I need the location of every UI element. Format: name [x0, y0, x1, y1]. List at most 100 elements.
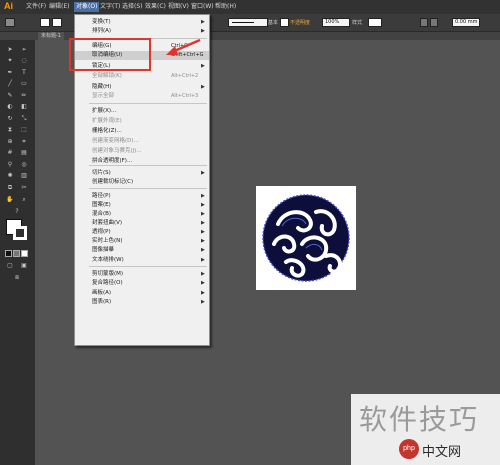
menu-help[interactable]: 帮助(H)	[215, 2, 236, 12]
menu-window[interactable]: 窗口(W)	[191, 2, 214, 12]
artboard[interactable]	[256, 186, 356, 290]
scale-tool-icon[interactable]: ⤡	[20, 115, 28, 123]
menu-item-label: 变换(T)	[92, 19, 111, 25]
object-menu-item[interactable]: 剪切蒙版(M) ▶	[75, 270, 209, 279]
object-menu-item: 扩展外观(E)	[75, 117, 209, 126]
width-tool-icon[interactable]: ⧗	[6, 126, 14, 134]
perspective-grid-tool-icon[interactable]: ⌗	[20, 138, 28, 146]
submenu-arrow-icon: ▶	[201, 63, 205, 69]
blend-tool-icon[interactable]: ◎	[20, 161, 28, 169]
graphic-style-select[interactable]	[368, 18, 382, 27]
php-logo: php	[399, 439, 419, 459]
object-menu-item[interactable]: 变换(T) ▶	[75, 18, 209, 27]
type-tool-icon[interactable]: T	[20, 69, 28, 77]
menu-item-label: 创建渐变网格(D)...	[92, 138, 139, 144]
opacity-input[interactable]: 100%	[322, 18, 350, 27]
menu-file[interactable]: 文件(F)	[26, 2, 46, 12]
object-menu-item: 创建渐变网格(D)...	[75, 137, 209, 146]
menu-select[interactable]: 选择(S)	[122, 2, 143, 12]
object-menu-item[interactable]: 图像描摹 ▶	[75, 246, 209, 255]
x-coordinate-input[interactable]: 0.00 mm	[452, 18, 480, 27]
direct-selection-tool-icon[interactable]: ➢	[20, 46, 28, 54]
stroke-color-swatch[interactable]	[13, 226, 27, 240]
object-menu-item[interactable]: 排列(A) ▶	[75, 27, 209, 36]
rotate-tool-icon[interactable]: ↻	[6, 115, 14, 123]
magic-wand-tool-icon[interactable]: ✦	[6, 57, 14, 65]
lasso-tool-icon[interactable]: ◌	[20, 57, 28, 65]
mesh-tool-icon[interactable]: #	[6, 149, 14, 157]
paintbrush-tool-icon[interactable]: ✎	[6, 92, 14, 100]
menu-item-label: 扩展外观(E)	[92, 118, 122, 124]
artboard-tool-icon[interactable]: ⧉	[6, 184, 14, 192]
transform-icon[interactable]	[430, 18, 438, 27]
object-menu-item[interactable]: 隐藏(H) ▶	[75, 83, 209, 92]
fill-swatch[interactable]	[40, 18, 50, 27]
object-menu-item[interactable]: 图表(R) ▶	[75, 298, 209, 307]
shape-builder-tool-icon[interactable]: ⊕	[6, 138, 14, 146]
pencil-tool-icon[interactable]: ✏	[20, 92, 28, 100]
object-menu-item[interactable]: 文本绕排(W) ▶	[75, 256, 209, 265]
object-menu-item[interactable]: 切片(S) ▶	[75, 169, 209, 178]
submenu-arrow-icon: ▶	[201, 238, 205, 244]
menu-item-label: 全部解锁(K)	[92, 73, 122, 79]
menu-item-label: 剪切蒙版(M)	[92, 271, 124, 277]
column-graph-tool-icon[interactable]: ▥	[20, 172, 28, 180]
menu-item-label: 透视(P)	[92, 229, 111, 235]
eyedropper-tool-icon[interactable]: ⚲	[6, 161, 14, 169]
object-menu-item[interactable]: 混合(B) ▶	[75, 210, 209, 219]
submenu-arrow-icon: ▶	[201, 202, 205, 208]
pen-tool-icon[interactable]: ✒	[6, 69, 14, 77]
default-colors-icon[interactable]: ?	[13, 208, 21, 216]
menu-item-label: 切片(S)	[92, 170, 111, 176]
eraser-tool-icon[interactable]: ◧	[20, 103, 28, 111]
submenu-arrow-icon: ▶	[201, 290, 205, 296]
slice-tool-icon[interactable]: ✂	[20, 184, 28, 192]
line-tool-icon[interactable]: ╱	[6, 80, 14, 88]
object-menu-item[interactable]: 封套扭曲(V) ▶	[75, 219, 209, 228]
object-menu-item[interactable]: 扩展(X)...	[75, 107, 209, 116]
object-menu-item[interactable]: 栅格化(Z)...	[75, 127, 209, 136]
stroke-swatch[interactable]	[52, 18, 62, 27]
menu-view[interactable]: 视图(V)	[168, 2, 189, 12]
object-menu-item[interactable]: 复合路径(O) ▶	[75, 279, 209, 288]
tools-panel: ➤ ➢ ✦ ◌ ✒ T ╱ ▭ ✎ ✏ ◐ ◧ ↻ ⤡ ⧗ ⬚ ⊕ ⌗ # ▤ …	[0, 40, 35, 465]
menu-type[interactable]: 文字(T)	[100, 2, 120, 12]
gradient-tool-icon[interactable]: ▤	[20, 149, 28, 157]
rectangle-tool-icon[interactable]: ▭	[20, 80, 28, 88]
zoom-tool-icon[interactable]: ⌕	[20, 196, 28, 204]
selection-tool-icon[interactable]: ➤	[6, 46, 14, 54]
hand-tool-icon[interactable]: ✋	[6, 196, 14, 204]
symbol-sprayer-tool-icon[interactable]: ✺	[6, 172, 14, 180]
object-menu-item[interactable]: 拼合透明度(F)...	[75, 157, 209, 166]
menu-edit[interactable]: 编辑(E)	[49, 2, 69, 12]
none-mode-icon[interactable]	[21, 250, 28, 257]
menu-effect[interactable]: 效果(C)	[145, 2, 166, 12]
tab-document[interactable]: 未标题-1	[38, 32, 64, 40]
menu-object[interactable]: 对象(O)	[74, 2, 100, 12]
blob-brush-tool-icon[interactable]: ◐	[6, 103, 14, 111]
free-transform-tool-icon[interactable]: ⬚	[20, 126, 28, 134]
style-swatch[interactable]	[280, 18, 289, 27]
color-mode-icon[interactable]	[5, 250, 12, 257]
object-menu-item[interactable]: 画板(A) ▶	[75, 289, 209, 298]
submenu-arrow-icon: ▶	[201, 220, 205, 226]
cloud-pattern-artwork[interactable]	[256, 186, 356, 290]
object-menu-item[interactable]: 透视(P) ▶	[75, 228, 209, 237]
opacity-label[interactable]: 不透明度	[290, 19, 310, 26]
draw-behind-icon[interactable]: ▣	[20, 262, 28, 270]
screen-mode-icon[interactable]: ⧈	[13, 274, 21, 282]
object-menu-item[interactable]: 实时上色(N) ▶	[75, 237, 209, 246]
menu-item-label: 隐藏(H)	[92, 84, 112, 90]
stroke-profile-select[interactable]	[228, 18, 268, 27]
menu-item-label: 创建裁切标记(C)	[92, 179, 134, 185]
gradient-mode-icon[interactable]	[13, 250, 20, 257]
draw-normal-icon[interactable]: ▢	[6, 262, 14, 270]
submenu-arrow-icon: ▶	[201, 271, 205, 277]
object-menu-item[interactable]: 创建裁切标记(C)	[75, 178, 209, 187]
menu-item-label: 显示全部	[92, 93, 115, 99]
menu-item-label: 复合路径(O)	[92, 280, 123, 286]
align-icon[interactable]	[420, 18, 428, 27]
object-menu-item[interactable]: 图案(E) ▶	[75, 201, 209, 210]
object-menu-item[interactable]: 路径(P) ▶	[75, 192, 209, 201]
menu-item-shortcut: Alt+Ctrl+3	[171, 93, 199, 99]
